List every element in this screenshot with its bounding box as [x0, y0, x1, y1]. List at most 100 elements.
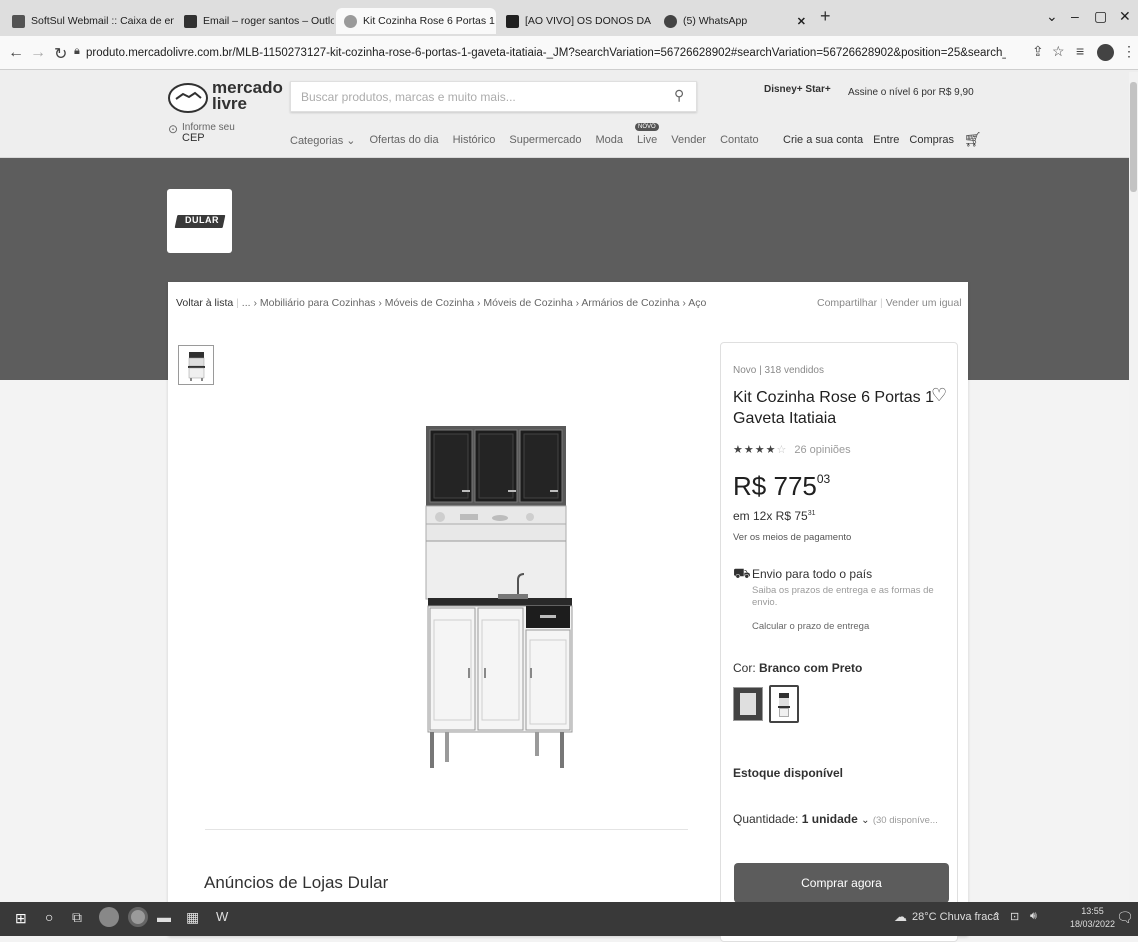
- gallery-thumbnail[interactable]: [178, 345, 214, 385]
- delivery-truck-icon: ⛟: [733, 565, 751, 581]
- tab-youtube-live[interactable]: [AO VIVO] OS DONOS DA B ✕: [498, 8, 654, 34]
- color-option-branco-com-preto[interactable]: [769, 685, 799, 723]
- url-field[interactable]: produto.mercadolivre.com.br/MLB-11502731…: [86, 42, 1006, 64]
- installments-text: em 12x R$ 75: [733, 509, 808, 523]
- nav-supermercado[interactable]: Supermercado: [509, 134, 581, 147]
- promo-banner-text[interactable]: Assine o nível 6 por R$ 9,90: [848, 87, 974, 98]
- nav-contato[interactable]: Contato: [720, 134, 759, 147]
- profile-avatar[interactable]: [1097, 44, 1114, 61]
- product-title-line-1: Kit Cozinha Rose 6 Portas 1: [733, 389, 934, 406]
- reading-list-icon[interactable]: ≡: [1076, 43, 1084, 59]
- close-tab-icon[interactable]: ✕: [797, 15, 812, 28]
- tab-outlook[interactable]: Email – roger santos – Outlook ✕: [176, 8, 334, 34]
- back-to-list-link[interactable]: Voltar à lista: [176, 297, 233, 309]
- sell-similar-link[interactable]: Vender um igual: [886, 297, 962, 309]
- outlook-favicon-icon: [184, 14, 197, 28]
- quantity-label: Quantidade:: [733, 812, 799, 826]
- back-arrow-icon[interactable]: ←: [8, 44, 24, 62]
- purchases-link[interactable]: Compras: [909, 134, 954, 148]
- rating-stars-icon: ★★★★☆: [733, 444, 788, 456]
- shipping-desc-line-2: envio.: [752, 597, 778, 608]
- youtube-favicon-icon: [506, 14, 519, 28]
- handshake-logo-icon: [168, 83, 208, 113]
- notifications-icon[interactable]: 🗨︎: [1116, 909, 1134, 926]
- main-nav: Categorias ⌄ Ofertas do dia Histórico Su…: [290, 123, 759, 147]
- nav-moda[interactable]: Moda: [596, 134, 624, 147]
- windows-start-icon[interactable]: ⊞: [15, 910, 27, 927]
- maximize-icon[interactable]: ▢: [1094, 8, 1107, 25]
- product-main-image[interactable]: [400, 420, 580, 780]
- color-option-variant[interactable]: [733, 687, 763, 721]
- tab-label: (5) WhatsApp: [683, 15, 748, 27]
- browser-menu-icon[interactable]: ⋮: [1122, 43, 1136, 60]
- nav-categorias[interactable]: Categorias ⌄: [290, 134, 355, 147]
- cep-location[interactable]: ⊙ Informe seu CEP: [168, 122, 235, 144]
- share-icon[interactable]: ⇪: [1032, 43, 1044, 60]
- mercadolivre-logo[interactable]: mercado livre: [168, 79, 283, 116]
- tab-label: Email – roger santos – Outlook: [203, 15, 334, 27]
- tab-label: Kit Cozinha Rose 6 Portas 1 Gav: [363, 15, 496, 27]
- calculator-icon[interactable]: ▦: [186, 909, 199, 926]
- task-view-icon[interactable]: ⧉: [72, 909, 82, 926]
- store-logo-text: DULAR: [185, 215, 219, 225]
- share-link[interactable]: Compartilhar: [817, 297, 877, 309]
- tab-mercadolivre-active[interactable]: Kit Cozinha Rose 6 Portas 1 Gav ✕: [336, 8, 496, 34]
- volume-icon[interactable]: 🔊︎: [1030, 910, 1037, 923]
- calculate-shipping-link[interactable]: Calcular o prazo de entrega: [752, 621, 869, 632]
- search-icon[interactable]: ⚲: [674, 87, 684, 104]
- close-window-icon[interactable]: ✕: [1119, 8, 1131, 25]
- chrome-browser-icon[interactable]: [128, 907, 148, 927]
- nav-live-label: Live: [637, 134, 658, 146]
- create-account-link[interactable]: Crie a sua conta: [783, 134, 863, 148]
- whatsapp-favicon-icon: [664, 14, 677, 28]
- nav-historico[interactable]: Histórico: [453, 134, 496, 147]
- quantity-selector[interactable]: Quantidade: 1 unidade ⌄ (30 disponíve...: [733, 812, 938, 826]
- file-explorer-icon[interactable]: ▬: [157, 909, 171, 925]
- store-logo[interactable]: DULAR: [167, 189, 232, 253]
- tab-search-icon[interactable]: ⌄: [1046, 8, 1058, 25]
- rating[interactable]: ★★★★☆ 26 opiniões: [733, 443, 851, 456]
- reload-icon[interactable]: ↻: [54, 44, 67, 64]
- new-tab-button[interactable]: +: [820, 6, 831, 27]
- payment-methods-link[interactable]: Ver os meios de pagamento: [733, 532, 851, 543]
- new-badge: NOVO: [635, 123, 659, 131]
- cart-icon[interactable]: 🛒︎: [964, 131, 982, 148]
- tab-whatsapp[interactable]: (5) WhatsApp ✕: [656, 8, 812, 34]
- cep-value: CEP: [182, 132, 205, 144]
- breadcrumb: Voltar à lista | ... › Mobiliário para C…: [176, 297, 707, 309]
- nav-live[interactable]: NOVO Live: [635, 123, 659, 147]
- search-icon[interactable]: ○: [45, 909, 53, 925]
- tray-chevron-icon[interactable]: ⌃: [992, 910, 1001, 923]
- tab-label: SoftSul Webmail :: Caixa de entr: [31, 15, 174, 27]
- forward-arrow-icon[interactable]: →: [30, 44, 46, 62]
- clock[interactable]: 13:55 18/03/2022: [1070, 905, 1115, 931]
- bookmark-star-icon[interactable]: ☆: [1052, 43, 1065, 60]
- minimize-icon[interactable]: –: [1071, 8, 1079, 24]
- buy-now-button[interactable]: Comprar agora: [734, 863, 949, 903]
- breadcrumb-path[interactable]: ... › Mobiliário para Cozinhas › Móveis …: [242, 297, 707, 309]
- scrollbar-thumb[interactable]: [1130, 82, 1137, 192]
- weather-text[interactable]: 28°C Chuva fraca: [912, 911, 999, 923]
- nav-vender[interactable]: Vender: [671, 134, 706, 147]
- search-input[interactable]: Buscar produtos, marcas e muito mais...: [290, 81, 697, 112]
- quantity-available: (30 disponíve...: [872, 815, 938, 826]
- condition-sold: Novo | 318 vendidos: [733, 365, 824, 376]
- network-icon[interactable]: ⊡: [1010, 910, 1019, 923]
- location-pin-icon: ⊙: [168, 122, 179, 136]
- nav-ofertas[interactable]: Ofertas do dia: [369, 134, 438, 147]
- account-links: Crie a sua conta Entre Compras 🛒︎: [783, 131, 982, 148]
- word-app-icon[interactable]: W: [216, 909, 228, 924]
- shipping-desc-line-1: Saiba os prazos de entrega e as formas d…: [752, 585, 934, 596]
- login-link[interactable]: Entre: [873, 134, 899, 148]
- store-ads-heading: Anúncios de Lojas Dular: [204, 873, 389, 892]
- edge-browser-icon[interactable]: [99, 907, 119, 927]
- color-selector: Cor: Branco com Preto: [733, 661, 862, 675]
- color-label: Cor:: [733, 661, 756, 675]
- price-cents: 03: [816, 472, 831, 486]
- tab-softsul-webmail[interactable]: SoftSul Webmail :: Caixa de entr ✕: [4, 8, 174, 34]
- color-value: Branco com Preto: [759, 661, 863, 675]
- favorite-heart-icon[interactable]: ♡: [931, 385, 947, 406]
- browser-tab-strip: SoftSul Webmail :: Caixa de entr ✕ Email…: [0, 0, 1138, 36]
- scrollbar-track[interactable]: [1129, 72, 1138, 900]
- windows-taskbar: ⊞ ○ ⧉ ▬ ▦ W ☁ 28°C Chuva fraca ⌃ ⊡ 🔊︎ 13…: [0, 902, 1138, 936]
